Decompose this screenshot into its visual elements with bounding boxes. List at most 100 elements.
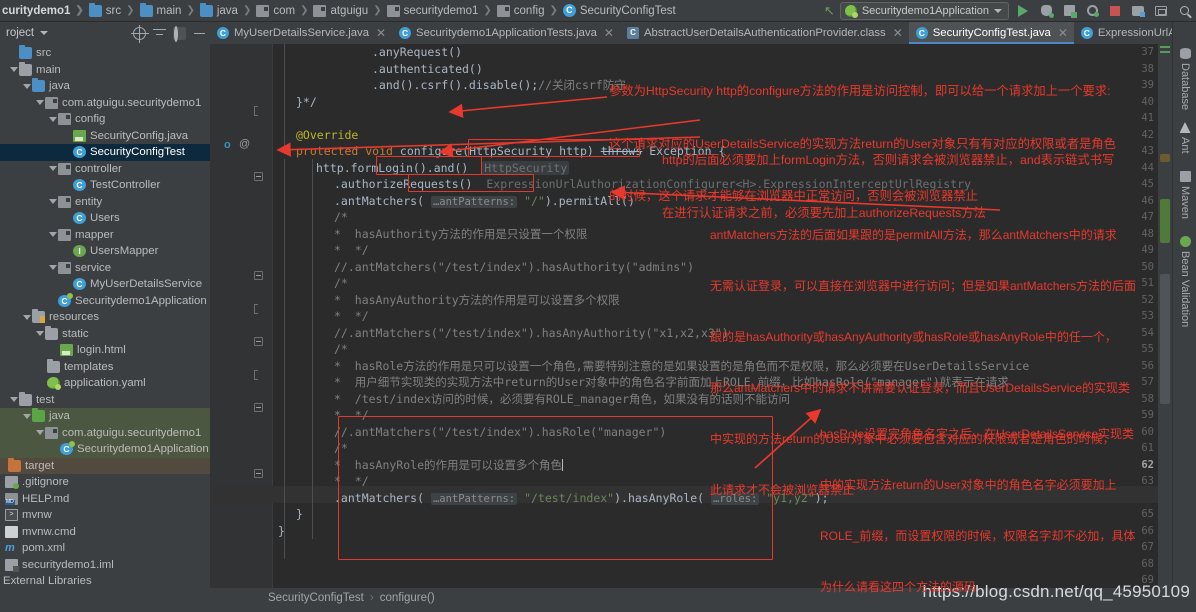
tree-item-securitydemo1application[interactable]: C Securitydemo1Application (0, 292, 210, 310)
folder-orange-icon (8, 457, 21, 472)
tool-tab-bean-validation[interactable]: Bean Validation (1173, 232, 1196, 331)
tool-tab-ant[interactable]: Ant (1173, 118, 1196, 158)
chevron-down-icon[interactable] (40, 31, 49, 35)
fold-marker[interactable] (254, 370, 263, 380)
tool-tab-database[interactable]: Database (1173, 44, 1196, 114)
debug-button[interactable] (1037, 2, 1055, 20)
fold-marker[interactable] (254, 172, 263, 181)
tree-item-resources[interactable]: resources (0, 309, 210, 326)
run-configuration-selector[interactable]: Securitydemo1Application (839, 1, 1009, 20)
fold-marker[interactable] (254, 106, 263, 116)
tree-item-test-java[interactable]: java (0, 408, 210, 425)
fold-marker[interactable] (254, 469, 263, 478)
editor-tab-bar: C MyUserDetailsService.java ✕ C Security… (210, 22, 1196, 44)
locate-icon[interactable] (131, 24, 149, 43)
package-icon (58, 195, 71, 208)
tree-item-login-html[interactable]: login.html (0, 342, 210, 359)
back-arrow-icon[interactable]: ↖ (824, 3, 835, 19)
profiler-button[interactable] (1083, 2, 1101, 20)
hide-icon[interactable] (193, 27, 206, 40)
tree-item-help-md[interactable]: HELP.md (0, 491, 210, 508)
tree-item-pom-xml[interactable]: m pom.xml (0, 540, 210, 557)
collapse-all-icon[interactable] (153, 27, 166, 40)
code-line: * hasAuthority方法的作用是只设置一个权限 (334, 226, 588, 241)
breadcrumb-label: atguigu (330, 4, 369, 17)
close-icon[interactable]: ✕ (1058, 26, 1068, 40)
tree-item-securityconfig-java[interactable]: SecurityConfig.java (0, 128, 210, 145)
tree-item-application-yaml[interactable]: application.yaml (0, 375, 210, 392)
breadcrumb-item-src[interactable]: src ❯ (88, 2, 140, 17)
tree-item-controller[interactable]: controller (0, 161, 210, 178)
tree-item-com-atguigu-securitydemo1[interactable]: com.atguigu.securitydemo1 (0, 95, 210, 112)
editor-gutter[interactable] (210, 44, 272, 588)
annotation-line: 跟的是hasAuthority或hasAnyAuthority或hasRole或… (710, 330, 1117, 344)
close-icon[interactable]: ✕ (893, 26, 903, 40)
package-icon (58, 113, 71, 126)
tool-tab-maven[interactable]: Maven (1173, 167, 1196, 223)
close-icon[interactable]: ✕ (604, 26, 614, 40)
tab-securitydemo1applicationtests[interactable]: C Securitydemo1ApplicationTests.java ✕ (392, 22, 620, 44)
tree-item-securitydemo1application-tests[interactable]: C Securitydemo1Application (0, 441, 210, 458)
tab-abstractuserdetailsauthenticationprovider[interactable]: C AbstractUserDetailsAuthenticationProvi… (620, 22, 909, 44)
project-tree[interactable]: src main java com.atguigu.securitydemo1 … (0, 44, 210, 612)
run-button[interactable] (1014, 2, 1032, 20)
tree-item-label: test (36, 393, 55, 406)
fold-marker[interactable] (254, 337, 263, 346)
scrollbar-thumb[interactable] (1160, 274, 1170, 404)
tree-item-users[interactable]: C Users (0, 210, 210, 227)
tree-item-java[interactable]: java (0, 78, 210, 95)
build-project-button[interactable] (1129, 2, 1147, 20)
breadcrumb-item-config[interactable]: config ❯ (496, 4, 563, 17)
tree-item-mapper[interactable]: mapper (0, 227, 210, 244)
tab-securityconfigtest[interactable]: C SecurityConfigTest.java ✕ (908, 22, 1074, 44)
override-marker-icon[interactable] (224, 140, 235, 151)
tree-item-test-package[interactable]: com.atguigu.securitydemo1 (0, 424, 210, 441)
settings-gear-icon[interactable] (173, 25, 186, 42)
breadcrumb-item-java[interactable]: java ❯ (199, 2, 257, 17)
tree-item-src[interactable]: src (0, 45, 210, 62)
fold-marker[interactable] (254, 304, 263, 314)
annotation-marker-icon[interactable]: @ (239, 139, 250, 150)
tree-item-templates[interactable]: templates (0, 358, 210, 376)
breadcrumb-method[interactable]: configure() (380, 592, 435, 604)
tree-item-securityconfigtest[interactable]: C SecurityConfigTest (0, 144, 210, 161)
tree-item-testcontroller[interactable]: C TestController (0, 177, 210, 194)
tree-item-static[interactable]: static (0, 325, 210, 343)
tree-item-mvnw[interactable]: > mvnw (0, 507, 210, 524)
tree-item-mvnw-cmd[interactable]: mvnw.cmd (0, 524, 210, 541)
tree-item-main[interactable]: main (0, 61, 210, 79)
tree-item-config[interactable]: config (0, 111, 210, 128)
select-opened-file-button[interactable] (1152, 2, 1170, 20)
tab-myuserdetailsservice[interactable]: C MyUserDetailsService.java ✕ (210, 22, 392, 44)
tree-item-myuserdetailsservice[interactable]: C MyUserDetailsService (0, 276, 210, 293)
tree-item-test[interactable]: test (0, 391, 210, 409)
run-with-coverage-button[interactable] (1060, 2, 1078, 20)
code-line: .and().csrf().disable();//关闭csrf防守 (372, 78, 626, 92)
error-stripe-gutter[interactable] (1158, 44, 1172, 588)
tree-item-usersmapper[interactable]: I UsersMapper (0, 243, 210, 260)
class-icon: C (562, 4, 576, 17)
folder-blue-icon (139, 2, 153, 17)
tree-item-entity[interactable]: entity (0, 194, 210, 211)
annotation-line: http的后面必须要加上formLogin方法，否则请求会被浏览器禁止，and表… (662, 153, 1115, 167)
stop-button[interactable] (1106, 2, 1124, 20)
tree-item-target[interactable]: target (0, 457, 210, 474)
breadcrumb-item-main[interactable]: main ❯ (139, 2, 200, 17)
breadcrumb-item-com[interactable]: com ❯ (256, 4, 313, 17)
code-line: * hasAnyRole的作用是可以设置多个角色 (334, 457, 564, 472)
tree-item-label: mvnw (22, 509, 52, 522)
breadcrumb-label: curitydemo1 (2, 4, 71, 17)
breadcrumb-item-securitydemo1[interactable]: securitydemo1 ❯ (386, 4, 497, 17)
fold-marker[interactable] (254, 271, 263, 280)
breadcrumb-item-atguigu[interactable]: atguigu ❯ (313, 4, 386, 17)
fold-marker[interactable] (254, 403, 263, 412)
breadcrumb-item-securityconfigtest[interactable]: C SecurityConfigTest (562, 4, 676, 17)
breadcrumb-class[interactable]: SecurityConfigTest (268, 592, 364, 604)
yaml-file-icon (47, 377, 61, 391)
search-everywhere-button[interactable] (1175, 2, 1193, 20)
tree-item-gitignore[interactable]: .gitignore (0, 474, 210, 491)
close-icon[interactable]: ✕ (376, 26, 386, 40)
tree-item-securitydemo1-iml[interactable]: securitydemo1.iml (0, 557, 210, 574)
tree-item-service[interactable]: service (0, 260, 210, 277)
breadcrumb-item-project[interactable]: curitydemo1 ❯ (2, 5, 89, 17)
